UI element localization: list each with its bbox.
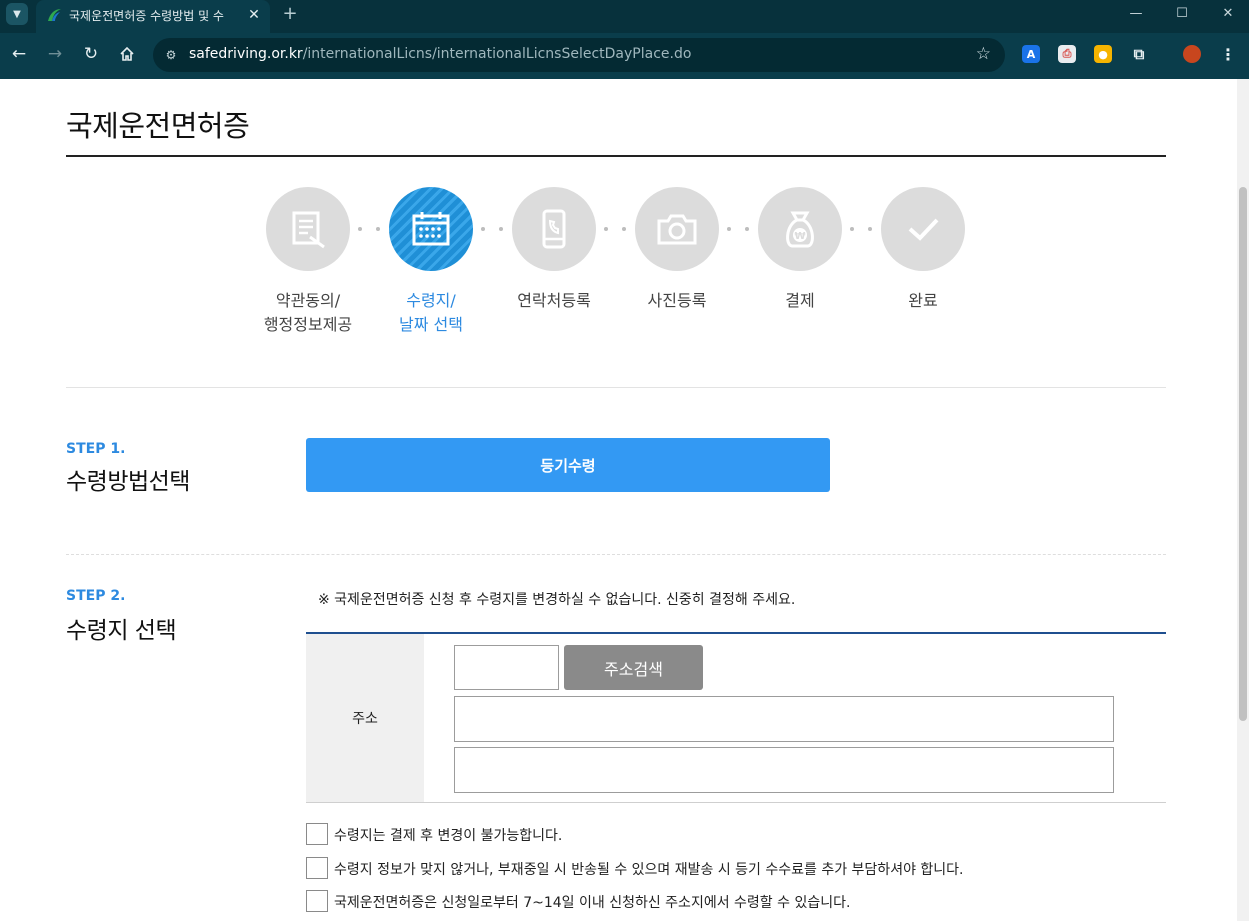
agreement-text: 수령지는 결제 후 변경이 불가능합니다.: [334, 828, 563, 844]
step-label: 수령지/ 날짜 선택: [399, 291, 463, 334]
reload-icon: ↻: [83, 44, 99, 64]
agreement-text: 국제운전면허증은 신청일로부터 7~14일 이내 신청하신 주소지에서 수령할 …: [334, 895, 851, 911]
page-content: 국제운전면허증 약관동의/ 행정정보제공 수령지/ 날짜 선택 연락처등록 사진…: [0, 79, 1237, 921]
page-title: 국제운전면허증: [66, 109, 250, 143]
step-terms: 약관동의/ 행정정보제공: [238, 187, 378, 337]
step-place-date: 수령지/ 날짜 선택: [361, 187, 501, 337]
home-button[interactable]: [115, 42, 139, 66]
agreement-checkbox[interactable]: [306, 857, 328, 879]
site-favicon-icon: [48, 9, 61, 21]
address-line2-input[interactable]: [454, 747, 1114, 793]
section-divider: [66, 387, 1166, 388]
close-window-button[interactable]: ✕: [1213, 2, 1243, 24]
puzzle-extensions-icon[interactable]: ⧉: [1130, 45, 1148, 63]
agreement-item: 수령지는 결제 후 변경이 불가능합니다.: [306, 822, 1166, 846]
note-extension-icon[interactable]: ●: [1094, 45, 1112, 63]
address-form: 주소 주소검색: [306, 634, 1166, 803]
minimize-window-button[interactable]: —: [1121, 2, 1151, 24]
step1-heading: 수령방법선택: [66, 469, 190, 495]
step-label: 연락처등록: [517, 291, 591, 310]
step-contact: 연락처등록: [484, 187, 624, 313]
step-payment: ₩ 결제: [730, 187, 870, 313]
page-scrollbar[interactable]: [1237, 79, 1249, 921]
step-circle: ₩: [758, 187, 842, 271]
agreement-item: 수령지 정보가 맞지 않거나, 부재중일 시 반송될 수 있으며 재발송 시 등…: [306, 856, 1166, 880]
step-label: 결제: [785, 291, 815, 310]
agreement-text: 수령지 정보가 맞지 않거나, 부재중일 시 반송될 수 있으며 재발송 시 등…: [334, 862, 964, 878]
step-circle: [881, 187, 965, 271]
chevron-down-icon: ▼: [13, 8, 21, 20]
tab-search-button[interactable]: ▼: [6, 3, 28, 25]
printer-extension-icon[interactable]: ⎙: [1058, 45, 1076, 63]
maximize-window-button[interactable]: ☐: [1167, 2, 1197, 24]
translate-extension-icon[interactable]: A: [1022, 45, 1040, 63]
registered-mail-button[interactable]: 등기수령: [306, 438, 830, 492]
forward-button[interactable]: →: [43, 42, 67, 66]
money-bag-won-icon: ₩: [786, 211, 814, 248]
browser-chrome: ▼ 국제운전면허증 수령방법 및 수 ✕ + — ☐ ✕ ← → ↻ ⚙ saf…: [0, 0, 1249, 79]
agreement-checkbox[interactable]: [306, 823, 328, 845]
bookmark-star-icon[interactable]: ☆: [976, 44, 991, 64]
avatar[interactable]: [1183, 45, 1201, 63]
back-button[interactable]: ←: [7, 42, 31, 66]
tab-title: 국제운전면허증 수령방법 및 수: [69, 9, 224, 23]
step-circle: [512, 187, 596, 271]
home-icon: [120, 46, 134, 61]
step-circle-active: [389, 187, 473, 271]
address-search-button[interactable]: 주소검색: [564, 645, 703, 690]
more-menu-icon[interactable]: ⋮: [1219, 45, 1237, 64]
notice-text: ※ 국제운전면허증 신청 후 수령지를 변경하실 수 없습니다. 신중히 결정해…: [318, 592, 796, 608]
step-label: 사진등록: [647, 291, 707, 310]
camera-icon: [657, 214, 697, 245]
svg-text:₩: ₩: [794, 231, 805, 242]
checkmark-icon: [908, 218, 939, 241]
zipcode-input[interactable]: [454, 645, 559, 690]
agreement-item: 국제운전면허증은 신청일로부터 7~14일 이내 신청하신 주소지에서 수령할 …: [306, 889, 1166, 913]
close-tab-icon[interactable]: ✕: [244, 5, 264, 25]
arrow-right-icon: →: [47, 44, 63, 64]
step-complete: 완료: [853, 187, 993, 313]
browser-toolbar: ← → ↻ ⚙ safedriving.or.kr/internationalL…: [0, 33, 1249, 79]
address-label: 주소: [306, 634, 424, 802]
address-bar[interactable]: ⚙ safedriving.or.kr/internationalLicns/i…: [153, 38, 1005, 72]
active-tab[interactable]: 국제운전면허증 수령방법 및 수 ✕: [36, 0, 270, 33]
url-text[interactable]: safedriving.or.kr/internationalLicns/int…: [189, 46, 691, 62]
tab-strip: ▼ 국제운전면허증 수령방법 및 수 ✕ + — ☐ ✕: [0, 0, 1249, 33]
agreement-checkbox[interactable]: [306, 890, 328, 912]
reload-button[interactable]: ↻: [79, 42, 103, 66]
calendar-icon: [412, 212, 450, 246]
scrollbar-thumb[interactable]: [1239, 187, 1247, 721]
step-circle: [635, 187, 719, 271]
step2-tag: STEP 2.: [66, 588, 126, 604]
phone-icon: [542, 209, 566, 249]
step-circle: [266, 187, 350, 271]
title-divider: [66, 155, 1166, 157]
url-path: /internationalLicns/internationalLicnsSe…: [302, 46, 692, 62]
section-divider-dashed: [66, 554, 1166, 555]
address-line1-input[interactable]: [454, 696, 1114, 742]
new-tab-button[interactable]: +: [280, 3, 300, 24]
url-host: safedriving.or.kr: [189, 46, 303, 62]
step1-tag: STEP 1.: [66, 441, 126, 457]
arrow-left-icon: ←: [11, 44, 27, 64]
site-settings-icon[interactable]: ⚙: [163, 47, 179, 63]
document-pen-icon: [292, 211, 325, 249]
step2-heading: 수령지 선택: [66, 618, 177, 644]
step-label: 완료: [908, 291, 938, 310]
progress-stepper: 약관동의/ 행정정보제공 수령지/ 날짜 선택 연락처등록 사진등록 ₩ 결제 …: [0, 187, 1237, 357]
step-photo: 사진등록: [607, 187, 747, 313]
step-label: 약관동의/ 행정정보제공: [263, 291, 353, 334]
